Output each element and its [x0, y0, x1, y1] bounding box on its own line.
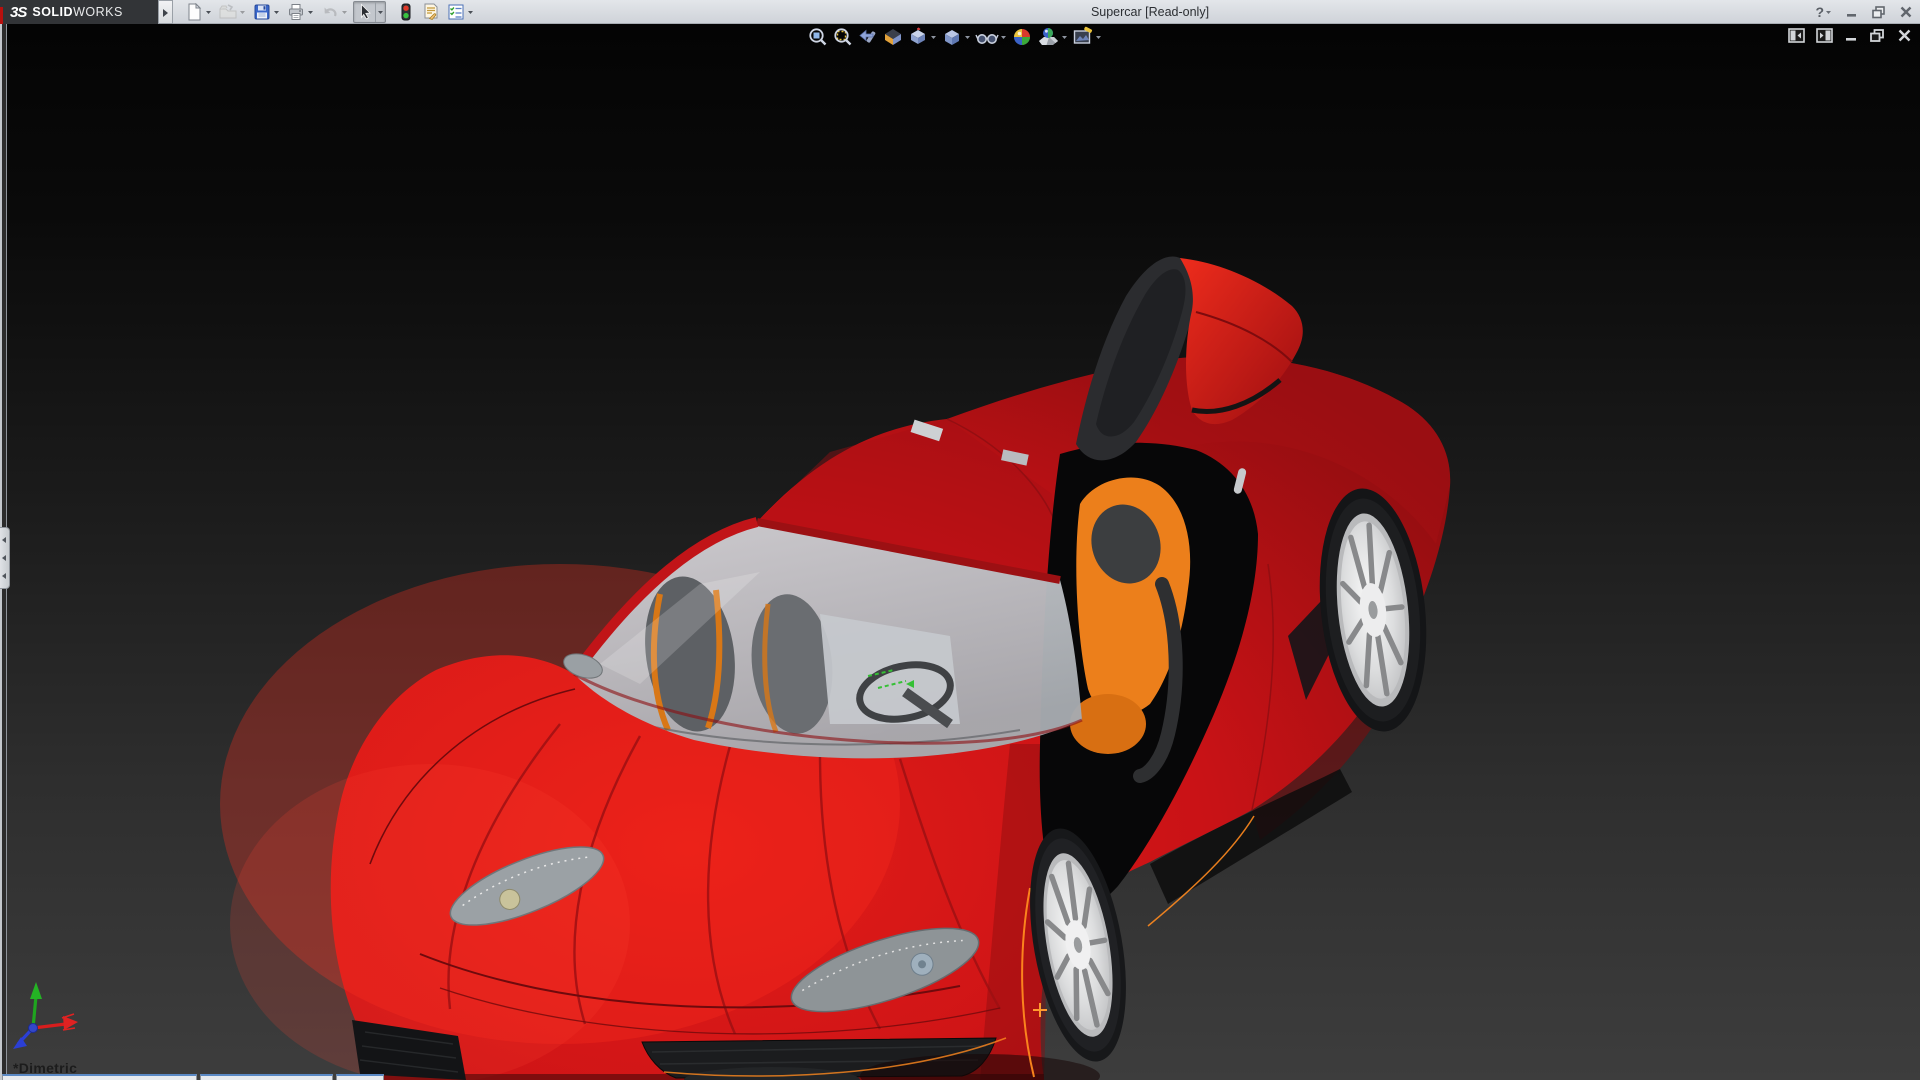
options-button[interactable] [445, 1, 476, 23]
help-dropdown-caret[interactable] [1824, 3, 1833, 21]
save-floppy-icon [252, 2, 272, 22]
zoom-to-fit-button[interactable] [806, 26, 830, 48]
statusbar-segment[interactable] [336, 1074, 384, 1080]
select-button[interactable] [353, 1, 386, 23]
previous-view-button[interactable] [856, 26, 880, 48]
undo-arrow-icon [320, 2, 340, 22]
restore-icon [1870, 29, 1884, 42]
close-button[interactable] [1896, 2, 1916, 22]
minimize-icon [1846, 38, 1856, 41]
rebuild-button[interactable] [395, 1, 417, 23]
hide-show-items-caret[interactable] [999, 27, 1008, 47]
view-settings-icon [1073, 26, 1093, 44]
open-folder-icon [218, 2, 238, 22]
view-orientation-caret[interactable] [929, 27, 938, 47]
logo-accent-stripe [0, 7, 3, 24]
print-button[interactable] [285, 1, 316, 23]
right-arrow-icon [163, 9, 168, 17]
apply-scene-button[interactable] [1035, 26, 1070, 48]
eyeglasses-icon [975, 34, 999, 44]
view-settings-button[interactable] [1071, 26, 1104, 48]
document-close-button[interactable] [1897, 28, 1912, 43]
minimize-icon [1847, 14, 1856, 17]
zoom-to-fit-icon [809, 28, 827, 46]
graphics-area[interactable]: *Dimetric [0, 24, 1920, 1080]
help-icon: ? [1815, 4, 1824, 20]
statusbar-segment[interactable] [2, 1074, 197, 1080]
restore-icon [1872, 6, 1885, 19]
undo-dropdown-caret[interactable] [340, 2, 349, 22]
help-button[interactable]: ? [1812, 2, 1836, 22]
window-controls: ? [1812, 0, 1916, 24]
standard-toolbar [183, 1, 479, 23]
statusbar-segment[interactable] [200, 1074, 333, 1080]
ds-logo-mark: 3S [10, 3, 27, 21]
racing-seat [1070, 477, 1191, 783]
left-arrow-icon [2, 537, 6, 543]
appearance-ball-icon [1014, 29, 1030, 45]
save-button[interactable] [251, 1, 282, 23]
display-style-button[interactable] [940, 26, 973, 48]
view-orientation-icon [911, 27, 925, 44]
cursor-arrow-icon [355, 2, 375, 22]
display-style-caret[interactable] [963, 27, 972, 47]
x-axis-arrow [63, 1016, 78, 1030]
hide-show-items-button[interactable] [974, 26, 1009, 48]
checklist-icon [446, 2, 466, 22]
menu-expand-button[interactable] [158, 0, 173, 24]
view-orientation-button[interactable] [906, 26, 939, 48]
reference-triad [13, 982, 78, 1049]
restore-button[interactable] [1868, 2, 1890, 22]
file-properties-button[interactable] [420, 1, 442, 23]
options-dropdown-caret[interactable] [466, 2, 475, 22]
printer-icon [286, 2, 306, 22]
apply-scene-caret[interactable] [1060, 27, 1069, 47]
document-minimize-button[interactable] [1844, 28, 1858, 43]
undo-button[interactable] [319, 1, 350, 23]
previous-view-icon [859, 29, 876, 43]
y-axis-arrow [30, 982, 42, 999]
section-view-button[interactable] [881, 26, 905, 48]
panel-splitter-handle[interactable] [0, 527, 10, 589]
view-settings-caret[interactable] [1094, 27, 1103, 47]
brand-name-works: WORKS [73, 5, 123, 19]
apply-scene-icon [1039, 28, 1058, 45]
feature-pane-toggle[interactable] [1788, 28, 1805, 43]
left-arrow-icon [2, 573, 6, 579]
new-dropdown-caret[interactable] [204, 2, 213, 22]
brand-name-solid: SOLID [32, 5, 74, 19]
select-dropdown-caret[interactable] [375, 2, 384, 22]
print-dropdown-caret[interactable] [306, 2, 315, 22]
window-title: Supercar [Read-only] [1090, 5, 1210, 19]
zoom-to-area-button[interactable] [831, 26, 855, 48]
close-icon [1900, 6, 1912, 18]
solidworks-logo: 3S SOLID WORKS [0, 0, 158, 24]
headsup-view-toolbar [806, 26, 1104, 48]
sheet-hand-icon [421, 2, 441, 22]
document-restore-button[interactable] [1869, 28, 1886, 43]
left-arrow-icon [2, 555, 6, 561]
open-button[interactable] [217, 1, 248, 23]
zoom-to-area-icon [834, 28, 852, 46]
close-icon [1898, 29, 1911, 42]
pane-right-icon [1816, 28, 1833, 43]
pane-left-icon [1788, 28, 1805, 43]
minimize-button[interactable] [1842, 2, 1862, 22]
display-pane-toggle[interactable] [1816, 28, 1833, 43]
edit-appearance-button[interactable] [1010, 26, 1034, 48]
section-view-icon [885, 29, 901, 45]
traffic-light-icon [396, 2, 416, 22]
new-document-icon [184, 2, 204, 22]
model-supercar[interactable] [0, 24, 1920, 1080]
new-button[interactable] [183, 1, 214, 23]
display-style-icon [945, 30, 959, 45]
open-dropdown-caret[interactable] [238, 2, 247, 22]
document-window-controls [1788, 28, 1912, 43]
save-dropdown-caret[interactable] [272, 2, 281, 22]
title-bar: 3S SOLID WORKS Supercar [Read-only] ? [0, 0, 1920, 24]
